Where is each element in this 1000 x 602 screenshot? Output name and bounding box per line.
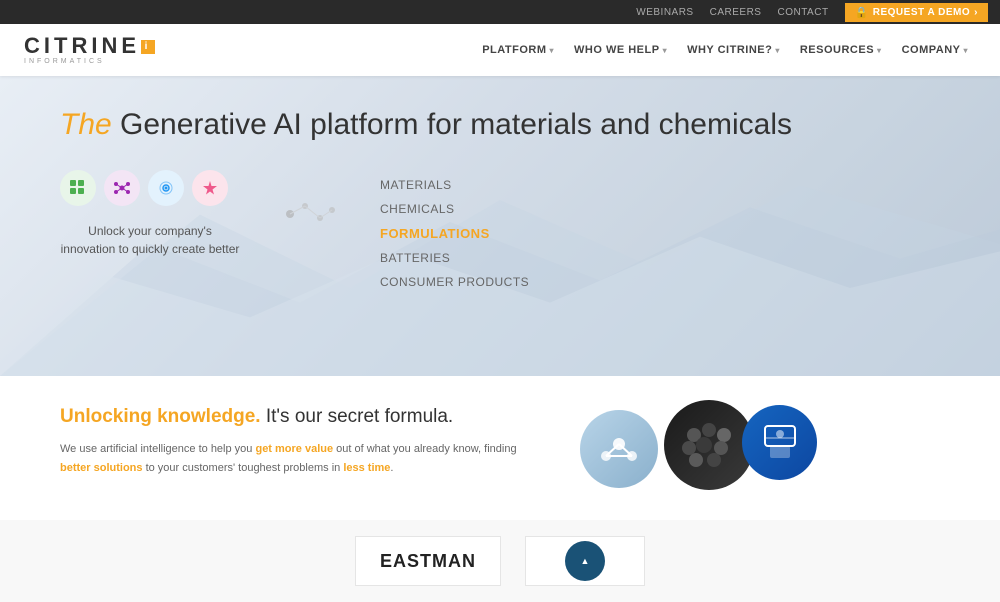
- section2-title: Unlocking knowledge. It's our secret for…: [60, 406, 520, 428]
- logos-section: EASTMAN ▲: [0, 520, 1000, 602]
- top-bar: WEBINARS CAREERS CONTACT 🔒 REQUEST A DEM…: [0, 0, 1000, 24]
- logo-wordmark: CITRINEi: [24, 35, 155, 57]
- lock-icon: 🔒: [855, 6, 869, 19]
- eastman-logo-text: EASTMAN: [380, 551, 476, 572]
- chevron-down-icon: ▾: [877, 46, 882, 55]
- grid-icon-circle: [60, 170, 96, 206]
- nav-resources[interactable]: RESOURCES ▾: [792, 40, 890, 60]
- eastman-logo-card: EASTMAN: [355, 536, 501, 586]
- chevron-down-icon: ▾: [963, 46, 968, 55]
- hero-subtitle-text: Unlock your company's innovation to quic…: [60, 222, 240, 258]
- network-icon-circle: [148, 170, 184, 206]
- beads-image: [664, 400, 754, 490]
- arrow-icon: ›: [974, 7, 978, 18]
- section2: Unlocking knowledge. It's our secret for…: [0, 376, 1000, 520]
- menu-item-batteries[interactable]: BATTERIES: [380, 247, 529, 269]
- second-logo-card: ▲: [525, 536, 645, 586]
- hero-menu-list: MATERIALS CHEMICALS FORMULATIONS BATTERI…: [380, 174, 529, 293]
- request-demo-button[interactable]: 🔒 REQUEST A DEMO ›: [845, 3, 988, 22]
- second-logo-icon: ▲: [581, 556, 590, 566]
- molecule-image: [580, 410, 658, 488]
- lab-image: [742, 405, 817, 480]
- hero-title: The Generative AI platform for materials…: [60, 108, 940, 142]
- hero-body: Unlock your company's innovation to quic…: [60, 170, 940, 293]
- hero-left-panel: Unlock your company's innovation to quic…: [60, 170, 240, 258]
- star-icon-circle: [192, 170, 228, 206]
- get-more-value-link[interactable]: get more value: [255, 443, 333, 455]
- careers-link[interactable]: CAREERS: [710, 7, 762, 18]
- connector: [280, 194, 340, 234]
- nav-who-we-help[interactable]: WHO WE HELP ▾: [566, 40, 675, 60]
- molecule-icon-circle: [104, 170, 140, 206]
- contact-link[interactable]: CONTACT: [777, 7, 828, 18]
- logo-subtitle: INFORMATICS: [24, 58, 105, 65]
- chevron-down-icon: ▾: [550, 46, 555, 55]
- chevron-down-icon: ▾: [663, 46, 668, 55]
- menu-item-materials[interactable]: MATERIALS: [380, 174, 529, 196]
- webinars-link[interactable]: WEBINARS: [636, 7, 693, 18]
- menu-item-consumer-products[interactable]: CONSUMER PRODUCTS: [380, 271, 529, 293]
- less-time-link[interactable]: less time: [343, 462, 390, 474]
- navigation: CITRINEi INFORMATICS PLATFORM ▾ WHO WE H…: [0, 24, 1000, 76]
- hero-content: The Generative AI platform for materials…: [60, 108, 940, 293]
- nav-company[interactable]: COMPANY ▾: [894, 40, 976, 60]
- nav-platform[interactable]: PLATFORM ▾: [474, 40, 562, 60]
- menu-item-formulations[interactable]: FORMULATIONS: [380, 222, 529, 245]
- second-logo-circle: ▲: [565, 541, 605, 581]
- nav-links: PLATFORM ▾ WHO WE HELP ▾ WHY CITRINE? ▾ …: [474, 40, 976, 60]
- section2-images: [580, 410, 817, 490]
- nav-why-citrine[interactable]: WHY CITRINE? ▾: [679, 40, 788, 60]
- section2-left: Unlocking knowledge. It's our secret for…: [60, 406, 520, 477]
- chevron-down-icon: ▾: [775, 46, 780, 55]
- section2-description: We use artificial intelligence to help y…: [60, 440, 520, 477]
- hero-icons: [60, 170, 228, 206]
- hero-section: The Generative AI platform for materials…: [0, 76, 1000, 376]
- menu-item-chemicals[interactable]: CHEMICALS: [380, 198, 529, 220]
- better-solutions-link[interactable]: better solutions: [60, 462, 143, 474]
- logo[interactable]: CITRINEi INFORMATICS: [24, 35, 155, 65]
